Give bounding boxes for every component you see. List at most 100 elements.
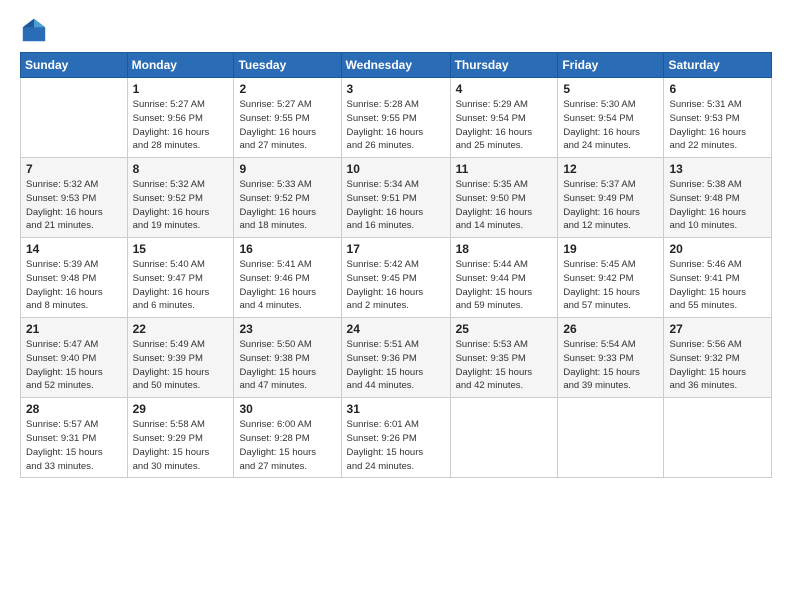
calendar-cell: 9 Sunrise: 5:33 AMSunset: 9:52 PMDaylight… [234, 158, 341, 238]
day-info: Sunrise: 5:46 AMSunset: 9:41 PMDaylight:… [669, 258, 766, 313]
day-number: 30 [239, 402, 335, 416]
calendar-cell: 11 Sunrise: 5:35 AMSunset: 9:50 PMDayligh… [450, 158, 558, 238]
day-info: Sunrise: 5:49 AMSunset: 9:39 PMDaylight:… [133, 338, 229, 393]
day-info: Sunrise: 5:32 AMSunset: 9:52 PMDaylight:… [133, 178, 229, 233]
day-info: Sunrise: 5:50 AMSunset: 9:38 PMDaylight:… [239, 338, 335, 393]
week-row-5: 28 Sunrise: 5:57 AMSunset: 9:31 PMDayligh… [21, 398, 772, 478]
day-number: 15 [133, 242, 229, 256]
day-number: 21 [26, 322, 122, 336]
calendar-body: 1Sunrise: 5:27 AMSunset: 9:56 PMDaylight… [21, 78, 772, 478]
day-number: 25 [456, 322, 553, 336]
day-info: Sunrise: 5:32 AMSunset: 9:53 PMDaylight:… [26, 178, 122, 233]
weekday-header-sunday: Sunday [21, 53, 128, 78]
day-number: 17 [347, 242, 445, 256]
day-info: Sunrise: 5:34 AMSunset: 9:51 PMDaylight:… [347, 178, 445, 233]
day-number: 3 [347, 82, 445, 96]
calendar-cell: 31Sunrise: 6:01 AMSunset: 9:26 PMDayligh… [341, 398, 450, 478]
day-number: 26 [563, 322, 658, 336]
day-info: Sunrise: 5:33 AMSunset: 9:52 PMDaylight:… [239, 178, 335, 233]
day-info: Sunrise: 5:28 AMSunset: 9:55 PMDaylight:… [347, 98, 445, 153]
calendar-cell [450, 398, 558, 478]
calendar-cell [21, 78, 128, 158]
day-number: 11 [456, 162, 553, 176]
week-row-3: 14 Sunrise: 5:39 AMSunset: 9:48 PMDayligh… [21, 238, 772, 318]
header [20, 16, 772, 44]
day-number: 2 [239, 82, 335, 96]
calendar-header: SundayMondayTuesdayWednesdayThursdayFrid… [21, 53, 772, 78]
day-number: 16 [239, 242, 335, 256]
day-info: Sunrise: 5:56 AMSunset: 9:32 PMDaylight:… [669, 338, 766, 393]
calendar-cell: 10 Sunrise: 5:34 AMSunset: 9:51 PMDayligh… [341, 158, 450, 238]
day-number: 8 [133, 162, 229, 176]
calendar-cell: 27Sunrise: 5:56 AMSunset: 9:32 PMDayligh… [664, 318, 772, 398]
calendar-cell: 19Sunrise: 5:45 AMSunset: 9:42 PMDayligh… [558, 238, 664, 318]
day-info: Sunrise: 5:41 AMSunset: 9:46 PMDaylight:… [239, 258, 335, 313]
calendar-cell: 15 Sunrise: 5:40 AMSunset: 9:47 PMDayligh… [127, 238, 234, 318]
day-info: Sunrise: 5:44 AMSunset: 9:44 PMDaylight:… [456, 258, 553, 313]
weekday-header-monday: Monday [127, 53, 234, 78]
weekday-header-friday: Friday [558, 53, 664, 78]
calendar-cell: 3 Sunrise: 5:28 AMSunset: 9:55 PMDaylight… [341, 78, 450, 158]
page: SundayMondayTuesdayWednesdayThursdayFrid… [0, 0, 792, 612]
calendar-cell: 21 Sunrise: 5:47 AMSunset: 9:40 PMDayligh… [21, 318, 128, 398]
day-number: 20 [669, 242, 766, 256]
weekday-row: SundayMondayTuesdayWednesdayThursdayFrid… [21, 53, 772, 78]
day-info: Sunrise: 5:47 AMSunset: 9:40 PMDaylight:… [26, 338, 122, 393]
day-info: Sunrise: 6:00 AMSunset: 9:28 PMDaylight:… [239, 418, 335, 473]
day-number: 14 [26, 242, 122, 256]
day-info: Sunrise: 5:42 AMSunset: 9:45 PMDaylight:… [347, 258, 445, 313]
day-number: 7 [26, 162, 122, 176]
day-info: Sunrise: 5:30 AMSunset: 9:54 PMDaylight:… [563, 98, 658, 153]
week-row-2: 7 Sunrise: 5:32 AMSunset: 9:53 PMDaylight… [21, 158, 772, 238]
day-info: Sunrise: 5:53 AMSunset: 9:35 PMDaylight:… [456, 338, 553, 393]
calendar-cell: 2 Sunrise: 5:27 AMSunset: 9:55 PMDaylight… [234, 78, 341, 158]
calendar-cell: 16 Sunrise: 5:41 AMSunset: 9:46 PMDayligh… [234, 238, 341, 318]
day-number: 28 [26, 402, 122, 416]
day-number: 12 [563, 162, 658, 176]
day-info: Sunrise: 5:37 AMSunset: 9:49 PMDaylight:… [563, 178, 658, 233]
weekday-header-tuesday: Tuesday [234, 53, 341, 78]
day-info: Sunrise: 5:58 AMSunset: 9:29 PMDaylight:… [133, 418, 229, 473]
calendar-cell: 23 Sunrise: 5:50 AMSunset: 9:38 PMDayligh… [234, 318, 341, 398]
calendar-cell [664, 398, 772, 478]
calendar-cell: 12 Sunrise: 5:37 AMSunset: 9:49 PMDayligh… [558, 158, 664, 238]
day-info: Sunrise: 5:40 AMSunset: 9:47 PMDaylight:… [133, 258, 229, 313]
day-number: 24 [347, 322, 445, 336]
logo [20, 16, 50, 44]
day-number: 10 [347, 162, 445, 176]
day-number: 29 [133, 402, 229, 416]
day-info: Sunrise: 5:38 AMSunset: 9:48 PMDaylight:… [669, 178, 766, 233]
calendar-cell: 25 Sunrise: 5:53 AMSunset: 9:35 PMDayligh… [450, 318, 558, 398]
day-info: Sunrise: 5:27 AMSunset: 9:55 PMDaylight:… [239, 98, 335, 153]
day-number: 4 [456, 82, 553, 96]
weekday-header-thursday: Thursday [450, 53, 558, 78]
calendar-cell: 29 Sunrise: 5:58 AMSunset: 9:29 PMDayligh… [127, 398, 234, 478]
day-info: Sunrise: 5:51 AMSunset: 9:36 PMDaylight:… [347, 338, 445, 393]
calendar-cell: 1Sunrise: 5:27 AMSunset: 9:56 PMDaylight… [127, 78, 234, 158]
logo-icon [20, 16, 48, 44]
day-number: 9 [239, 162, 335, 176]
calendar-cell: 18Sunrise: 5:44 AMSunset: 9:44 PMDayligh… [450, 238, 558, 318]
day-number: 6 [669, 82, 766, 96]
day-info: Sunrise: 5:57 AMSunset: 9:31 PMDaylight:… [26, 418, 122, 473]
week-row-4: 21 Sunrise: 5:47 AMSunset: 9:40 PMDayligh… [21, 318, 772, 398]
calendar-cell: 4 Sunrise: 5:29 AMSunset: 9:54 PMDaylight… [450, 78, 558, 158]
calendar-cell: 8 Sunrise: 5:32 AMSunset: 9:52 PMDaylight… [127, 158, 234, 238]
day-info: Sunrise: 5:39 AMSunset: 9:48 PMDaylight:… [26, 258, 122, 313]
calendar-cell: 22Sunrise: 5:49 AMSunset: 9:39 PMDayligh… [127, 318, 234, 398]
day-info: Sunrise: 5:35 AMSunset: 9:50 PMDaylight:… [456, 178, 553, 233]
day-info: Sunrise: 5:31 AMSunset: 9:53 PMDaylight:… [669, 98, 766, 153]
day-number: 13 [669, 162, 766, 176]
day-info: Sunrise: 5:29 AMSunset: 9:54 PMDaylight:… [456, 98, 553, 153]
calendar-cell: 17 Sunrise: 5:42 AMSunset: 9:45 PMDayligh… [341, 238, 450, 318]
calendar-cell: 20 Sunrise: 5:46 AMSunset: 9:41 PMDayligh… [664, 238, 772, 318]
calendar-cell: 6 Sunrise: 5:31 AMSunset: 9:53 PMDaylight… [664, 78, 772, 158]
calendar-cell: 24 Sunrise: 5:51 AMSunset: 9:36 PMDayligh… [341, 318, 450, 398]
day-number: 1 [133, 82, 229, 96]
day-info: Sunrise: 6:01 AMSunset: 9:26 PMDaylight:… [347, 418, 445, 473]
day-number: 23 [239, 322, 335, 336]
calendar-cell: 30 Sunrise: 6:00 AMSunset: 9:28 PMDayligh… [234, 398, 341, 478]
day-number: 5 [563, 82, 658, 96]
calendar-table: SundayMondayTuesdayWednesdayThursdayFrid… [20, 52, 772, 478]
calendar-cell: 14 Sunrise: 5:39 AMSunset: 9:48 PMDayligh… [21, 238, 128, 318]
